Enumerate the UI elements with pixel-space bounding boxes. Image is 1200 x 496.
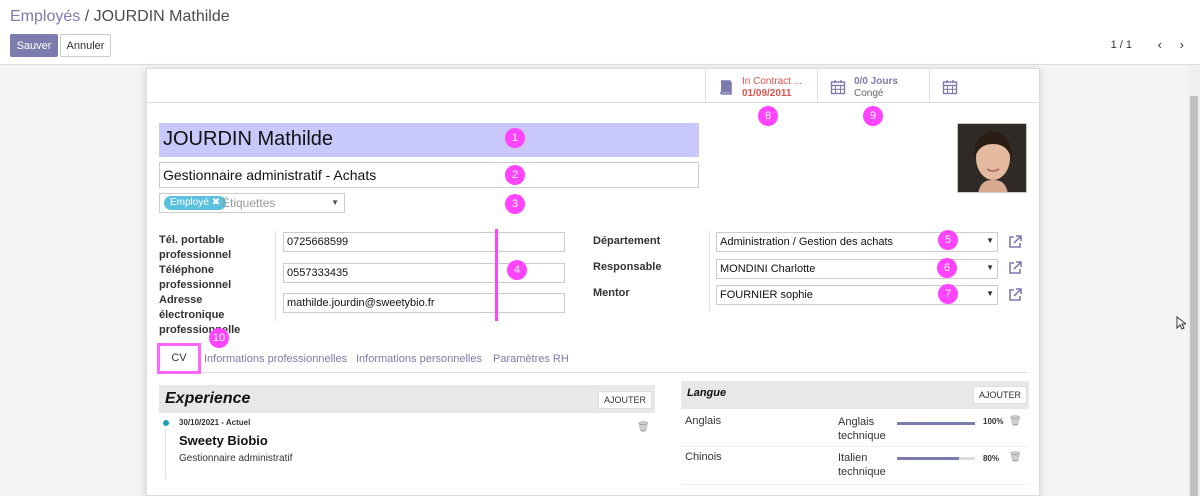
skill-row[interactable]: Chinois Italien technique 80% 🗑 [681, 449, 1029, 485]
control-panel: Employés / JOURDIN Mathilde Sauver Annul… [0, 0, 1200, 64]
timeline-line [165, 429, 166, 479]
annotation-badge-8: 8 [758, 106, 778, 126]
skill-name: Chinois [685, 451, 722, 463]
external-link-icon[interactable] [1007, 287, 1023, 303]
save-button[interactable]: Sauver [10, 34, 58, 57]
calendar-icon [942, 80, 958, 95]
scrollbar[interactable] [1188, 66, 1200, 496]
skill-level-line2: technique [838, 466, 886, 478]
breadcrumb-separator: / [80, 8, 94, 25]
chevron-down-icon[interactable]: ▼ [986, 263, 994, 272]
employee-name-field[interactable]: JOURDIN Mathilde [159, 123, 699, 157]
mouse-cursor-icon [1176, 316, 1186, 330]
cancel-button[interactable]: Annuler [60, 34, 111, 57]
trash-icon[interactable]: 🗑 [1009, 416, 1022, 427]
manager-value: MONDINI Charlotte [720, 263, 816, 275]
annotation-badge-2: 2 [505, 165, 525, 185]
calendar-icon [830, 80, 846, 95]
contract-status: In Contract ... [742, 76, 803, 87]
tags-placeholder: Étiquettes [222, 196, 276, 210]
chevron-down-icon[interactable]: ▼ [986, 289, 994, 298]
tags-field[interactable]: Employé ✖ Étiquettes ▼ [159, 193, 345, 213]
annotation-badge-1: 1 [505, 128, 525, 148]
chevron-down-icon[interactable]: ▼ [986, 236, 994, 245]
experience-section-header: Experience [159, 385, 655, 413]
divider [275, 231, 276, 321]
skill-progress-label: 80% [983, 454, 1000, 463]
department-value: Administration / Gestion des achats [720, 236, 894, 248]
annotation-badge-5: 5 [938, 230, 958, 250]
mobile-field[interactable]: 0725668599 [283, 232, 565, 252]
employee-photo [958, 124, 1026, 192]
calendar-smart-button[interactable] [929, 69, 1039, 103]
contract-smart-button[interactable]: In Contract ... 01/09/2011 [705, 69, 817, 103]
skill-level: Anglais technique [838, 415, 886, 443]
resume-line-description: Gestionnaire administratif [179, 453, 293, 464]
trash-icon[interactable]: 🗑 [1009, 452, 1022, 463]
department-label: Département [593, 235, 661, 247]
resume-line-name[interactable]: Sweety Biobio [179, 433, 268, 448]
skills-title: Langue [687, 387, 727, 399]
skill-row[interactable]: Anglais Anglais technique 100% 🗑 [681, 413, 1029, 447]
skill-progress-label: 100% [983, 417, 1004, 426]
job-title-field[interactable]: Gestionnaire administratif - Achats [159, 162, 699, 188]
scrollbar-thumb[interactable] [1190, 96, 1198, 496]
annotation-badge-7: 7 [938, 284, 958, 304]
tab-cv[interactable]: CV [157, 343, 201, 374]
trash-icon[interactable]: 🗑 [637, 422, 650, 433]
email-field[interactable]: mathilde.jourdin@sweetybio.fr [283, 293, 565, 313]
resume-line-date: 30/10/2021 - Actuel [179, 418, 251, 427]
annotation-line [495, 229, 498, 321]
pager-next-button[interactable]: › [1180, 37, 1184, 52]
coach-value: FOURNIER sophie [720, 289, 813, 301]
tab-work-information[interactable]: Informations professionnelles [204, 353, 347, 365]
button-box: In Contract ... 01/09/2011 0/0 Jours Con… [147, 69, 1039, 103]
tag-remove-icon[interactable]: ✖ [212, 197, 220, 208]
timeline-dot [163, 420, 169, 426]
external-link-icon[interactable] [1007, 260, 1023, 276]
annotation-badge-9: 9 [863, 106, 883, 126]
skill-progress-bar [897, 457, 975, 460]
skill-level-line1: Anglais [838, 416, 875, 428]
annotation-badge-4: 4 [507, 260, 527, 280]
phone-label: Téléphone professionnel [159, 264, 232, 291]
tab-private-information[interactable]: Informations personnelles [356, 353, 482, 365]
skill-progress-fill [897, 457, 960, 460]
add-skill-button[interactable]: AJOUTER [973, 386, 1028, 404]
leave-label: Congé [854, 88, 884, 99]
manager-label: Responsable [593, 261, 662, 273]
tag-employe: Employé ✖ [164, 196, 227, 210]
add-resume-line-button[interactable]: AJOUTER [598, 391, 653, 409]
book-icon [720, 80, 732, 95]
coach-label: Mentor [593, 287, 630, 299]
leave-days: 0/0 Jours [854, 76, 898, 87]
annotation-badge-6: 6 [937, 258, 957, 278]
form-sheet: In Contract ... 01/09/2011 0/0 Jours Con… [146, 68, 1040, 496]
breadcrumb: Employés / JOURDIN Mathilde [10, 8, 230, 26]
chevron-down-icon[interactable]: ▼ [331, 198, 339, 207]
skill-level: Italien technique [838, 451, 886, 479]
contract-date: 01/09/2011 [742, 88, 792, 99]
leave-smart-button[interactable]: 0/0 Jours Congé [817, 69, 929, 103]
skill-progress-fill [897, 422, 975, 425]
breadcrumb-current: JOURDIN Mathilde [93, 8, 230, 25]
skill-level-line2: technique [838, 430, 886, 442]
external-link-icon[interactable] [1007, 234, 1023, 250]
pager-value[interactable]: 1 / 1 [1111, 39, 1132, 51]
divider [709, 231, 710, 311]
skill-progress-bar [897, 422, 975, 425]
skill-name: Anglais [685, 415, 722, 427]
breadcrumb-link-employees[interactable]: Employés [10, 8, 80, 25]
employee-avatar[interactable] [957, 123, 1027, 193]
tab-hr-settings[interactable]: Paramètres RH [493, 353, 569, 365]
annotation-badge-3: 3 [505, 194, 525, 214]
notebook-tabs: CV Informations professionnelles Informa… [157, 343, 1027, 374]
pager-previous-button[interactable]: ‹ [1158, 37, 1162, 52]
tag-label: Employé [170, 197, 209, 208]
experience-title: Experience [165, 390, 251, 407]
mobile-label: Tél. portable professionnel [159, 234, 232, 261]
skill-level-line1: Italien [838, 452, 868, 464]
